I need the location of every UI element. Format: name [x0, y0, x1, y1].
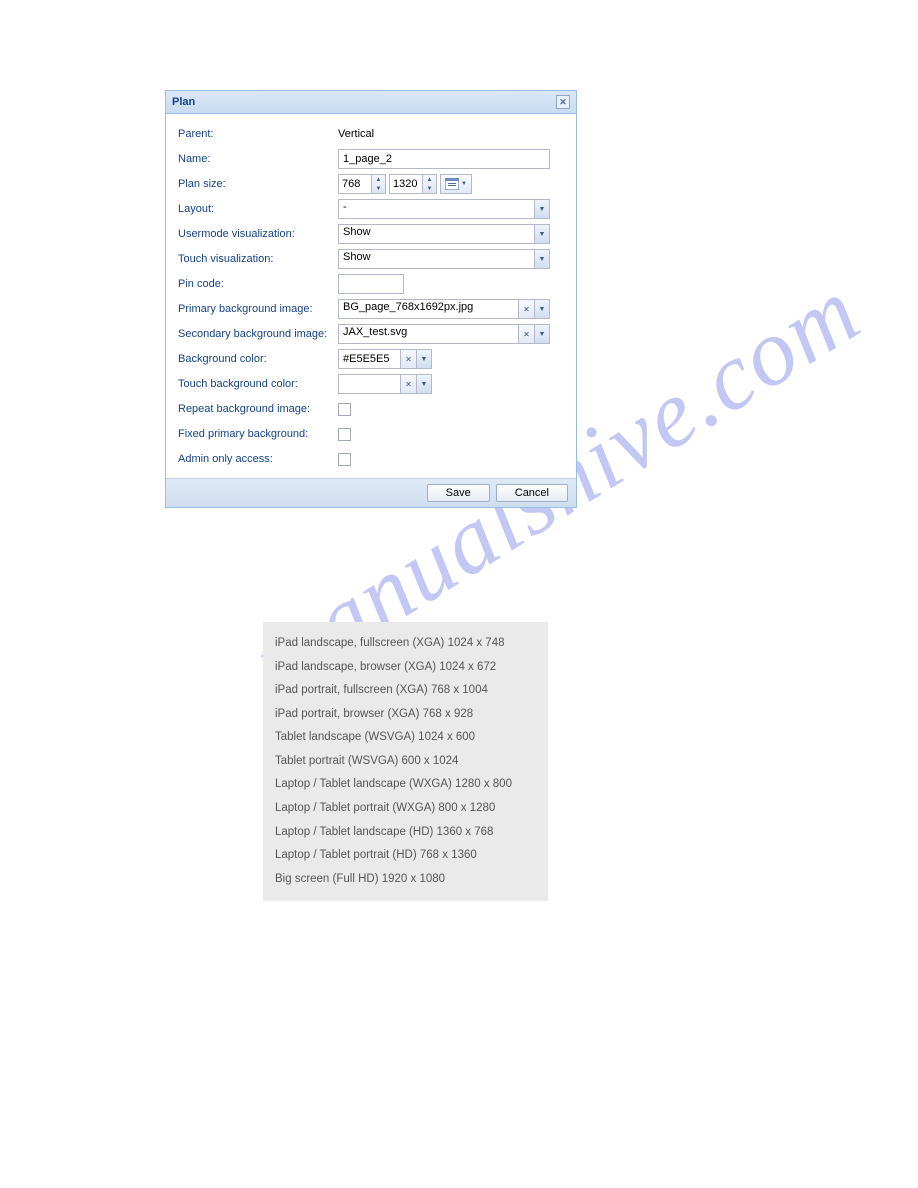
list-item[interactable]: iPad landscape, fullscreen (XGA) 1024 x … — [275, 632, 536, 656]
dialog-body: Parent: Vertical Name: Plan size: ▲▼ ▲▼ — [166, 114, 576, 478]
secondary-bg-combo[interactable]: JAX_test.svg ✕ ▼ — [338, 324, 550, 344]
dialog-header: Plan ✕ — [166, 91, 576, 114]
bg-color-field[interactable]: ✕ ▼ — [338, 349, 432, 369]
touch-value: Show — [338, 249, 534, 269]
height-input[interactable] — [390, 175, 422, 193]
layout-value: - — [338, 199, 534, 219]
label-fixed-bg: Fixed primary background: — [178, 428, 338, 440]
primary-bg-combo[interactable]: BG_page_768x1692px.jpg ✕ ▼ — [338, 299, 550, 319]
label-primary-bg: Primary background image: — [178, 303, 338, 315]
label-plan-size: Plan size: — [178, 178, 338, 190]
chevron-down-icon[interactable]: ▼ — [534, 324, 550, 344]
clear-icon[interactable]: ✕ — [518, 299, 534, 319]
touch-bg-color-input[interactable] — [338, 374, 400, 394]
list-item[interactable]: Big screen (Full HD) 1920 x 1080 — [275, 868, 536, 892]
chevron-down-icon[interactable]: ▼ — [416, 349, 432, 369]
list-item[interactable]: Laptop / Tablet portrait (WXGA) 800 x 12… — [275, 797, 536, 821]
label-bg-color: Background color: — [178, 353, 338, 365]
label-parent: Parent: — [178, 128, 338, 140]
spinner-up-icon[interactable]: ▲ — [372, 175, 385, 184]
size-preset-button[interactable]: ▼ — [440, 174, 472, 194]
list-item[interactable]: Laptop / Tablet landscape (HD) 1360 x 76… — [275, 821, 536, 845]
clear-icon[interactable]: ✕ — [400, 374, 416, 394]
label-touch: Touch visualization: — [178, 253, 338, 265]
close-icon[interactable]: ✕ — [556, 95, 570, 109]
admin-only-checkbox[interactable] — [338, 453, 351, 466]
save-button[interactable]: Save — [427, 484, 490, 502]
window-icon — [445, 178, 459, 190]
label-admin-only: Admin only access: — [178, 453, 338, 465]
clear-icon[interactable]: ✕ — [400, 349, 416, 369]
touch-combo[interactable]: Show ▼ — [338, 249, 550, 269]
chevron-down-icon[interactable]: ▼ — [534, 199, 550, 219]
label-usermode: Usermode visualization: — [178, 228, 338, 240]
primary-bg-value: BG_page_768x1692px.jpg — [338, 299, 518, 319]
list-item[interactable]: iPad landscape, browser (XGA) 1024 x 672 — [275, 656, 536, 680]
label-name: Name: — [178, 153, 338, 165]
list-item[interactable]: Laptop / Tablet landscape (WXGA) 1280 x … — [275, 773, 536, 797]
repeat-bg-checkbox[interactable] — [338, 403, 351, 416]
width-spinner[interactable]: ▲▼ — [338, 174, 386, 194]
list-item[interactable]: Tablet portrait (WSVGA) 600 x 1024 — [275, 750, 536, 774]
label-secondary-bg: Secondary background image: — [178, 328, 338, 340]
list-item[interactable]: Tablet landscape (WSVGA) 1024 x 600 — [275, 726, 536, 750]
dialog-title: Plan — [172, 96, 195, 108]
list-item[interactable]: iPad portrait, browser (XGA) 768 x 928 — [275, 703, 536, 727]
list-item[interactable]: Laptop / Tablet portrait (HD) 768 x 1360 — [275, 844, 536, 868]
dialog-footer: Save Cancel — [166, 478, 576, 507]
chevron-down-icon: ▼ — [461, 181, 467, 187]
spinner-down-icon[interactable]: ▼ — [423, 184, 436, 193]
size-preset-list: iPad landscape, fullscreen (XGA) 1024 x … — [263, 622, 548, 901]
usermode-value: Show — [338, 224, 534, 244]
label-repeat-bg: Repeat background image: — [178, 403, 338, 415]
chevron-down-icon[interactable]: ▼ — [534, 224, 550, 244]
list-item[interactable]: iPad portrait, fullscreen (XGA) 768 x 10… — [275, 679, 536, 703]
label-pin: Pin code: — [178, 278, 338, 290]
name-input[interactable] — [338, 149, 550, 169]
clear-icon[interactable]: ✕ — [518, 324, 534, 344]
plan-dialog: Plan ✕ Parent: Vertical Name: Plan size:… — [165, 90, 577, 508]
spinner-up-icon[interactable]: ▲ — [423, 175, 436, 184]
pin-input[interactable] — [338, 274, 404, 294]
label-touch-bg-color: Touch background color: — [178, 378, 338, 390]
layout-combo[interactable]: - ▼ — [338, 199, 550, 219]
touch-bg-color-field[interactable]: ✕ ▼ — [338, 374, 432, 394]
chevron-down-icon[interactable]: ▼ — [534, 299, 550, 319]
height-spinner[interactable]: ▲▼ — [389, 174, 437, 194]
label-layout: Layout: — [178, 203, 338, 215]
value-parent: Vertical — [338, 128, 564, 140]
cancel-button[interactable]: Cancel — [496, 484, 568, 502]
bg-color-input[interactable] — [338, 349, 400, 369]
chevron-down-icon[interactable]: ▼ — [534, 249, 550, 269]
secondary-bg-value: JAX_test.svg — [338, 324, 518, 344]
chevron-down-icon[interactable]: ▼ — [416, 374, 432, 394]
spinner-down-icon[interactable]: ▼ — [372, 184, 385, 193]
width-input[interactable] — [339, 175, 371, 193]
usermode-combo[interactable]: Show ▼ — [338, 224, 550, 244]
fixed-bg-checkbox[interactable] — [338, 428, 351, 441]
